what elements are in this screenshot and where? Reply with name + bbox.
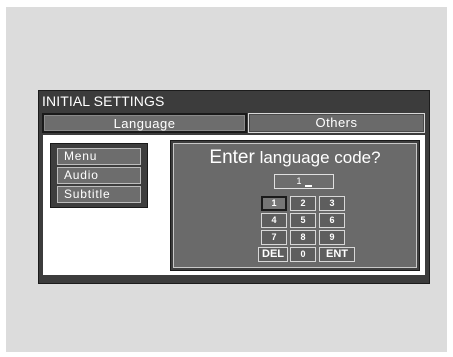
language-code-value: 1 bbox=[296, 176, 302, 186]
key-ent[interactable]: ENT bbox=[319, 247, 355, 262]
key-6[interactable]: 6 bbox=[319, 213, 345, 228]
language-code-prompt: Enter language code? bbox=[174, 148, 416, 168]
language-code-field[interactable]: 1 bbox=[274, 174, 334, 189]
prompt-enter: Enter bbox=[209, 147, 255, 168]
key-3[interactable]: 3 bbox=[319, 196, 345, 211]
key-2[interactable]: 2 bbox=[290, 196, 316, 211]
key-0[interactable]: 0 bbox=[290, 247, 316, 262]
category-menu[interactable]: Menu bbox=[57, 148, 141, 165]
key-7[interactable]: 7 bbox=[261, 230, 287, 245]
text-cursor bbox=[304, 185, 312, 187]
key-4[interactable]: 4 bbox=[261, 213, 287, 228]
key-8[interactable]: 8 bbox=[290, 230, 316, 245]
panel-title: INITIAL SETTINGS bbox=[42, 93, 165, 109]
category-audio[interactable]: Audio bbox=[57, 167, 141, 184]
tab-others[interactable]: Others bbox=[248, 113, 425, 133]
key-5[interactable]: 5 bbox=[290, 213, 316, 228]
language-category-list: Menu Audio Subtitle bbox=[50, 143, 148, 208]
initial-settings-panel: INITIAL SETTINGS Language Others Menu Au… bbox=[38, 90, 430, 284]
key-1[interactable]: 1 bbox=[261, 196, 287, 211]
prompt-language-code: language code? bbox=[259, 148, 381, 167]
settings-content: Menu Audio Subtitle Enter language code?… bbox=[43, 135, 425, 275]
key-9[interactable]: 9 bbox=[319, 230, 345, 245]
key-del[interactable]: DEL bbox=[258, 247, 288, 262]
language-code-dialog: Enter language code? 1 1 2 3 4 5 6 7 8 9… bbox=[170, 140, 420, 271]
tab-language[interactable]: Language bbox=[42, 113, 247, 133]
category-subtitle[interactable]: Subtitle bbox=[57, 186, 141, 203]
language-code-dialog-body: Enter language code? 1 1 2 3 4 5 6 7 8 9… bbox=[173, 143, 417, 268]
